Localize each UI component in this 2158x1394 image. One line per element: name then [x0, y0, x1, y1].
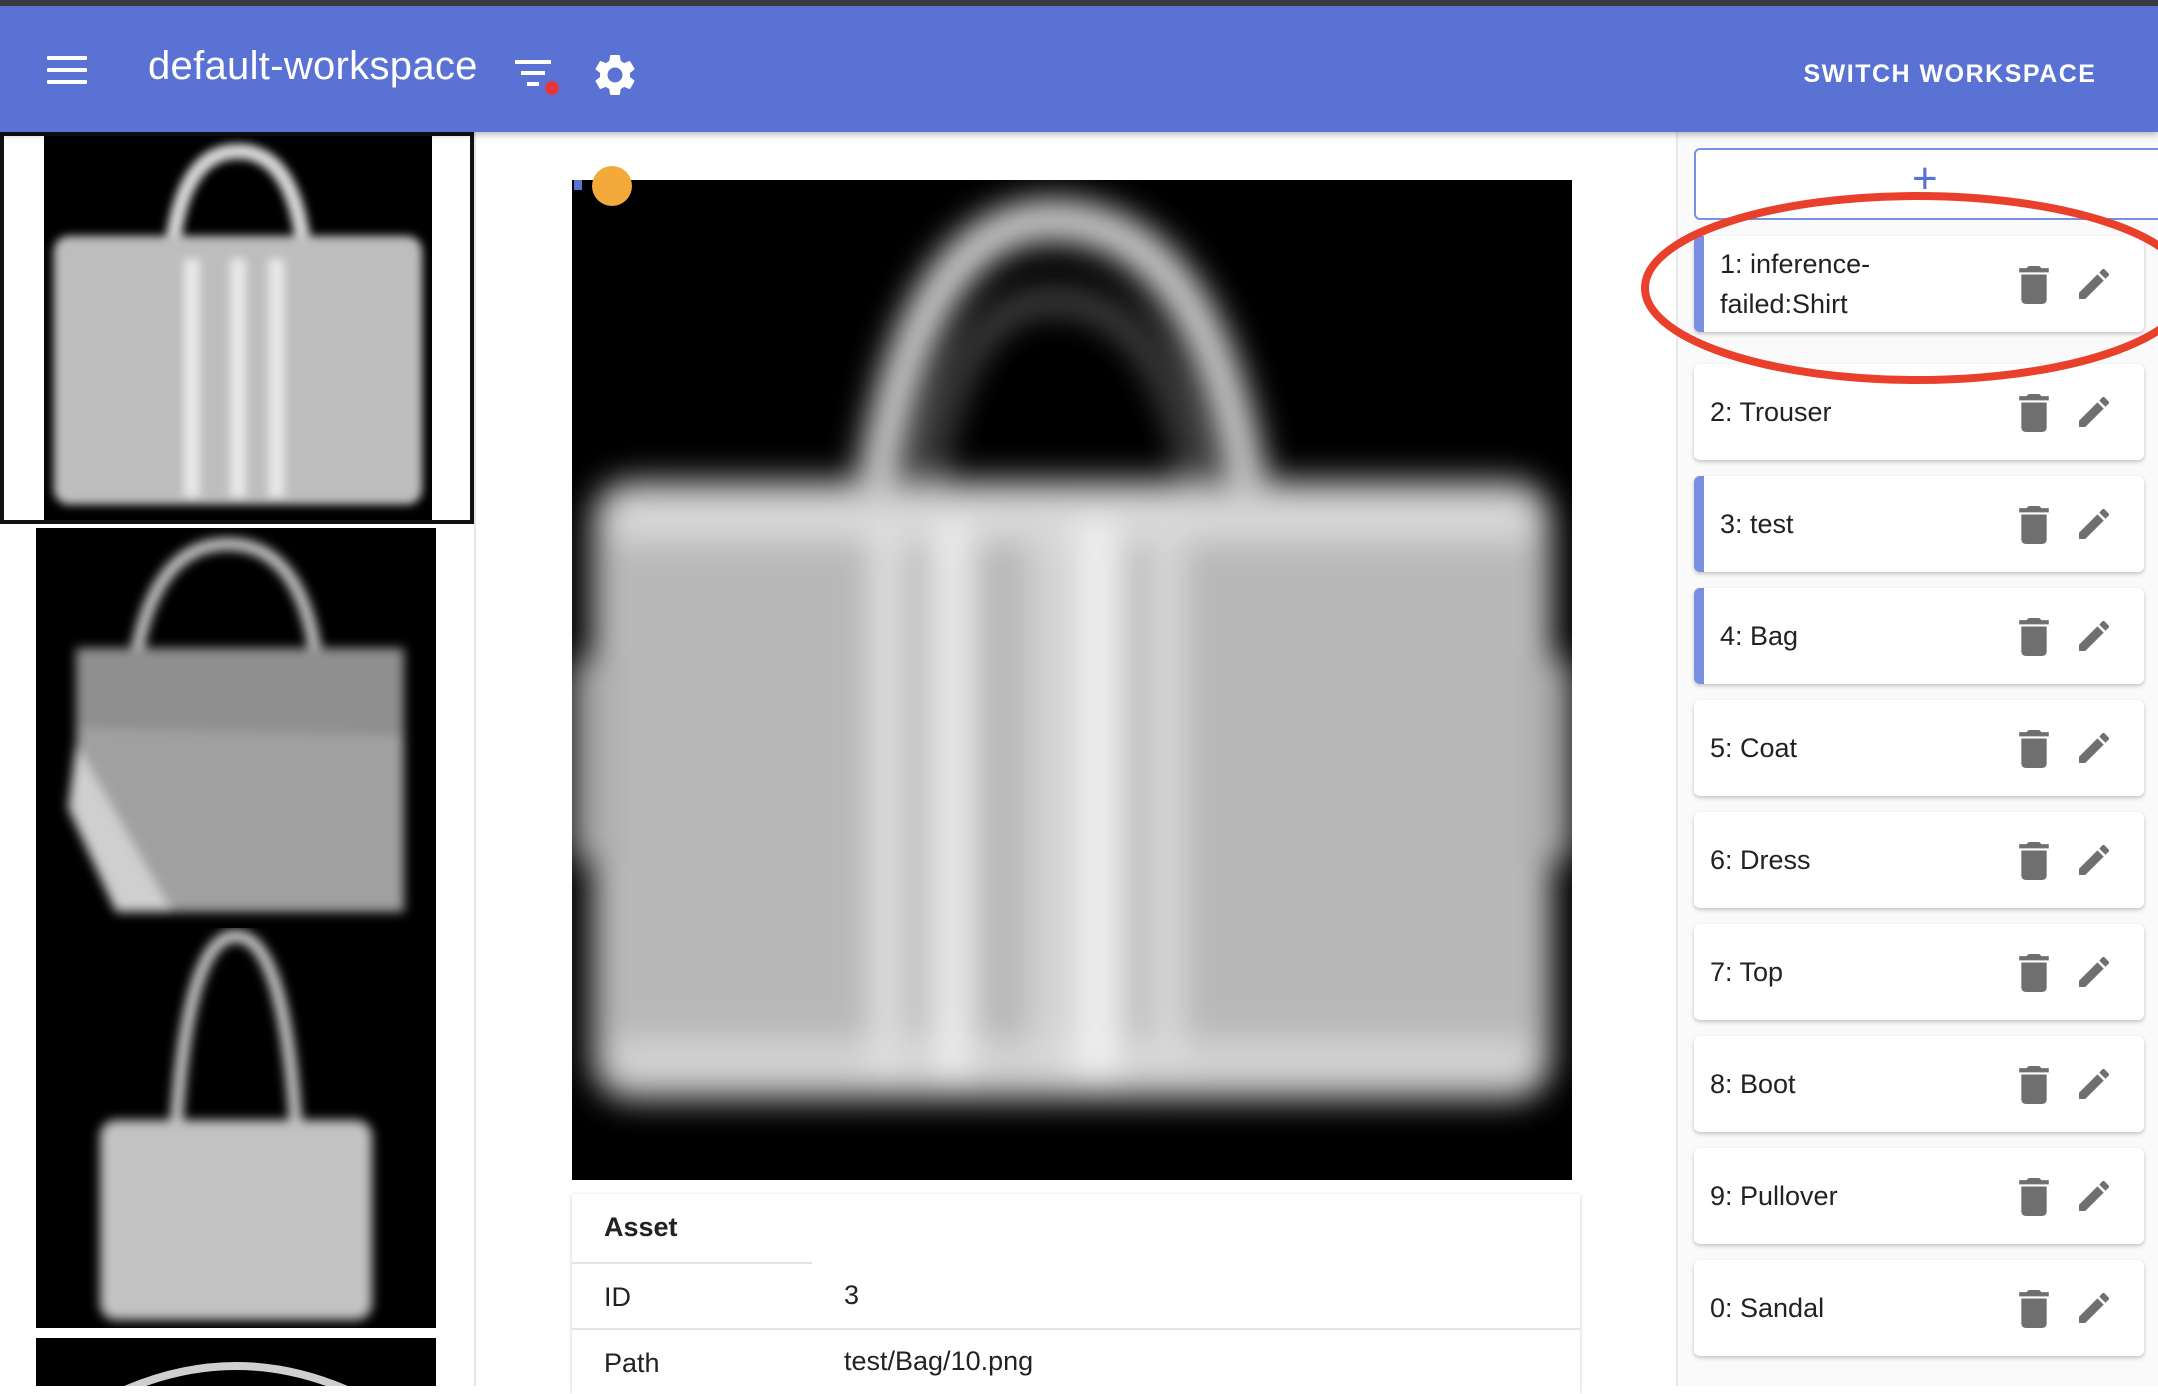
class-item-pullover[interactable]: 9: Pullover — [1694, 1148, 2144, 1244]
class-label: 9: Pullover — [1710, 1181, 1838, 1211]
asset-info-card: Asset ID 3 Path test/Bag/10.png — [572, 1194, 1580, 1394]
trash-icon[interactable] — [2018, 266, 2050, 304]
viewer-corner-marker — [574, 180, 582, 190]
trash-icon[interactable] — [2018, 954, 2050, 992]
asset-heading: Asset — [604, 1212, 678, 1242]
trash-icon[interactable] — [2018, 1066, 2050, 1104]
pencil-icon[interactable] — [2074, 728, 2114, 768]
class-label: 4: Bag — [1720, 621, 1799, 651]
thumbnail-rail[interactable] — [0, 132, 476, 1386]
trash-icon[interactable] — [2018, 618, 2050, 656]
pencil-icon[interactable] — [2074, 840, 2114, 880]
class-label: 6: Dress — [1710, 845, 1811, 875]
pencil-icon[interactable] — [2074, 392, 2114, 432]
image-status-dot — [592, 166, 632, 206]
switch-workspace-button[interactable]: SWITCH WORKSPACE — [1780, 46, 2120, 102]
pencil-icon[interactable] — [2074, 504, 2114, 544]
class-label: 2: Trouser — [1710, 397, 1832, 427]
trash-icon[interactable] — [2018, 842, 2050, 880]
pencil-icon[interactable] — [2074, 952, 2114, 992]
menu-icon[interactable] — [47, 56, 87, 84]
class-label: 3: test — [1720, 509, 1794, 539]
gear-icon[interactable] — [590, 50, 640, 100]
trash-icon[interactable] — [2018, 1178, 2050, 1216]
class-item-test[interactable]: 3: test — [1694, 476, 2144, 572]
app-bar: default-workspace SWITCH WORKSPACE — [0, 6, 2158, 132]
class-item-sandal[interactable]: 0: Sandal — [1694, 1260, 2144, 1356]
pencil-icon[interactable] — [2074, 1288, 2114, 1328]
class-item-coat[interactable]: 5: Coat — [1694, 700, 2144, 796]
divider — [572, 1262, 812, 1264]
trash-icon[interactable] — [2018, 506, 2050, 544]
thumbnail-bag-1[interactable] — [0, 132, 474, 524]
class-item-bag[interactable]: 4: Bag — [1694, 588, 2144, 684]
pencil-icon[interactable] — [2074, 1064, 2114, 1104]
image-viewer[interactable] — [572, 180, 1572, 1180]
class-item-boot[interactable]: 8: Boot — [1694, 1036, 2144, 1132]
divider — [572, 1328, 1580, 1330]
asset-id-key: ID — [604, 1282, 631, 1312]
add-class-label: + — [1912, 154, 1938, 203]
class-item-trouser[interactable]: 2: Trouser — [1694, 364, 2144, 460]
asset-path-value: test/Bag/10.png — [844, 1346, 1034, 1376]
class-item-top[interactable]: 7: Top — [1694, 924, 2144, 1020]
class-item-dress[interactable]: 6: Dress — [1694, 812, 2144, 908]
class-label: 1: inference-failed:Shirt — [1720, 249, 1871, 319]
class-label: 7: Top — [1710, 957, 1784, 987]
thumbnail-bag-2[interactable] — [36, 528, 436, 928]
trash-icon[interactable] — [2018, 1290, 2050, 1328]
pencil-icon[interactable] — [2074, 616, 2114, 656]
trash-icon[interactable] — [2018, 394, 2050, 432]
filter-icon[interactable] — [513, 50, 565, 98]
trash-icon[interactable] — [2018, 730, 2050, 768]
class-label: 0: Sandal — [1710, 1293, 1825, 1323]
thumbnail-bag-3[interactable] — [36, 928, 436, 1328]
class-label: 8: Boot — [1710, 1069, 1796, 1099]
asset-path-key: Path — [604, 1348, 660, 1378]
asset-id-value: 3 — [844, 1280, 860, 1310]
add-class-button[interactable]: + — [1694, 148, 2158, 220]
pencil-icon[interactable] — [2074, 264, 2114, 304]
thumbnail-bag-4[interactable] — [36, 1338, 436, 1386]
class-item-shirt[interactable]: 1: inference-failed:Shirt — [1694, 236, 2144, 332]
workspace-title: default-workspace — [148, 44, 478, 88]
class-label: 5: Coat — [1710, 733, 1798, 763]
pencil-icon[interactable] — [2074, 1176, 2114, 1216]
